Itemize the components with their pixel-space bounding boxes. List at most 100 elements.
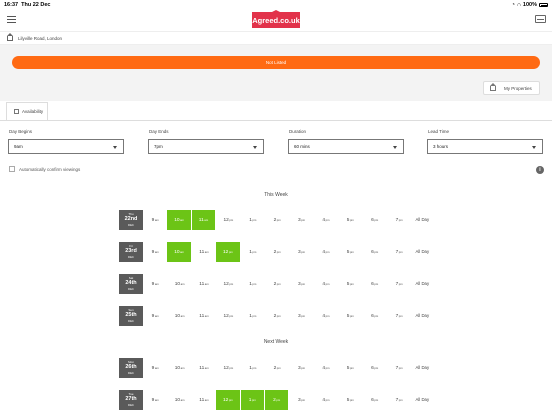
time-slot[interactable]: 11 am: [192, 274, 216, 294]
status-right: ◔ ∩ 100%: [512, 2, 548, 8]
time-slot[interactable]: 4 pm: [314, 306, 338, 326]
day-label-mo: DEC: [128, 222, 134, 227]
time-slot[interactable]: 9 am: [143, 210, 167, 230]
time-slot[interactable]: 6 pm: [363, 358, 387, 378]
day-ends-label: Day Ends: [149, 129, 169, 134]
time-slot[interactable]: 4 pm: [314, 210, 338, 230]
time-slot[interactable]: 6 pm: [363, 242, 387, 262]
time-slot[interactable]: 3 pm: [289, 306, 313, 326]
all-day-button[interactable]: All Day: [411, 390, 433, 410]
time-slot[interactable]: 12 pm: [216, 242, 241, 262]
time-slot[interactable]: 9 am: [143, 306, 167, 326]
day-label-mo: DEC: [128, 318, 134, 323]
time-slot[interactable]: 1 pm: [240, 390, 265, 410]
time-slot[interactable]: 3 pm: [289, 210, 313, 230]
my-properties-button[interactable]: My Properties: [483, 81, 540, 95]
time-slot[interactable]: 9 am: [143, 242, 167, 262]
all-day-button[interactable]: All Day: [411, 358, 433, 378]
time-slot[interactable]: 2 pm: [265, 306, 289, 326]
all-day-button[interactable]: All Day: [411, 242, 433, 262]
time-slot[interactable]: 2 pm: [265, 274, 289, 294]
time-slot[interactable]: 7 pm: [387, 390, 411, 410]
breadcrumb-address[interactable]: Lilyville Road, London: [18, 36, 62, 41]
time-slot[interactable]: 10 am: [167, 306, 191, 326]
time-slot[interactable]: 2 pm: [265, 210, 289, 230]
time-slot[interactable]: 5 pm: [338, 306, 362, 326]
time-slot[interactable]: 5 pm: [338, 274, 362, 294]
time-slot[interactable]: 11 am: [192, 358, 216, 378]
time-slot[interactable]: 3 pm: [289, 242, 313, 262]
time-slot[interactable]: 5 pm: [338, 242, 362, 262]
day-label: Tue 27th DEC: [119, 390, 143, 410]
time-slot[interactable]: 7 pm: [387, 358, 411, 378]
menu-icon[interactable]: [7, 16, 16, 23]
time-slot[interactable]: 12 pm: [216, 306, 240, 326]
time-slot[interactable]: 2 pm: [265, 242, 289, 262]
listing-status-button[interactable]: Not Listed: [12, 56, 540, 69]
time-slot[interactable]: 4 pm: [314, 358, 338, 378]
time-slot[interactable]: 3 pm: [289, 390, 313, 410]
inbox-icon[interactable]: [535, 15, 546, 23]
time-slot[interactable]: 9 am: [143, 274, 167, 294]
day-label-mo: DEC: [128, 370, 134, 375]
logo[interactable]: Agreed.co.uk: [252, 12, 300, 28]
time-slot[interactable]: 9 am: [143, 390, 167, 410]
time-slot[interactable]: 5 pm: [338, 358, 362, 378]
time-slot[interactable]: 1 pm: [241, 274, 265, 294]
time-slot[interactable]: 6 pm: [363, 210, 387, 230]
time-slot[interactable]: 11 am: [192, 390, 216, 410]
time-slot[interactable]: 2 pm: [265, 358, 289, 378]
duration-select[interactable]: 60 mins: [288, 139, 404, 154]
time-slot[interactable]: 6 pm: [363, 306, 387, 326]
time-slot[interactable]: 10 am: [167, 210, 192, 230]
app-header: Agreed.co.uk: [0, 9, 552, 31]
time-slot[interactable]: 7 pm: [387, 242, 411, 262]
day-begins-select[interactable]: 9am: [8, 139, 124, 154]
time-slot[interactable]: 12 pm: [216, 390, 241, 410]
auto-confirm-checkbox[interactable]: [9, 166, 15, 172]
time-slot[interactable]: 11 am: [191, 210, 217, 230]
time-slot[interactable]: 10 am: [167, 242, 192, 262]
time-slot[interactable]: 5 pm: [338, 210, 362, 230]
day-label: Thu 22nd DEC: [119, 210, 143, 230]
time-slot[interactable]: 12 pm: [216, 210, 240, 230]
all-day-button[interactable]: All Day: [411, 210, 433, 230]
time-slot[interactable]: 4 pm: [314, 390, 338, 410]
time-slot[interactable]: 10 am: [167, 358, 191, 378]
day-ends-select[interactable]: 7pm: [148, 139, 264, 154]
all-day-button[interactable]: All Day: [411, 306, 433, 326]
day-row: Thu 22nd DEC 9 am 10 am 11 am 12 pm 1 pm 2 pm 3 pm 4 pm 5 pm…: [119, 210, 433, 230]
chevron-down-icon: [253, 146, 257, 149]
time-slot[interactable]: 1 pm: [241, 306, 265, 326]
time-slot[interactable]: 10 am: [167, 274, 191, 294]
time-slot[interactable]: 5 pm: [338, 390, 362, 410]
time-slot[interactable]: 7 pm: [387, 210, 411, 230]
info-icon[interactable]: i: [536, 166, 544, 174]
time-slot[interactable]: 4 pm: [314, 242, 338, 262]
time-slot[interactable]: 6 pm: [363, 274, 387, 294]
time-slot[interactable]: 7 pm: [387, 274, 411, 294]
tab-availability[interactable]: Availability: [6, 102, 48, 120]
time-slot[interactable]: 7 pm: [387, 306, 411, 326]
time-slot[interactable]: 1 pm: [241, 358, 265, 378]
time-slot[interactable]: 3 pm: [289, 274, 313, 294]
home-icon[interactable]: [6, 33, 13, 41]
time-slot[interactable]: 2 pm: [264, 390, 290, 410]
day-row: Fri 23rd DEC 9 am 10 am 11 am 12 pm 1 pm 2 pm 3 pm 4 pm 5 pm…: [119, 242, 433, 262]
time-slot[interactable]: 12 pm: [216, 274, 240, 294]
time-slot[interactable]: 4 pm: [314, 274, 338, 294]
day-label-mo: DEC: [128, 286, 134, 291]
time-slot[interactable]: 1 pm: [241, 210, 265, 230]
time-slot[interactable]: 1 pm: [241, 242, 265, 262]
lead-time-select[interactable]: 3 hours: [427, 139, 543, 154]
auto-confirm-label[interactable]: Automatically confirm viewings: [19, 167, 80, 172]
time-slot[interactable]: 11 am: [192, 242, 216, 262]
time-slot[interactable]: 12 pm: [216, 358, 240, 378]
time-slot[interactable]: 11 am: [192, 306, 216, 326]
all-day-button[interactable]: All Day: [411, 274, 433, 294]
time-slot[interactable]: 10 am: [167, 390, 191, 410]
day-label-mo: DEC: [128, 254, 134, 259]
time-slot[interactable]: 3 pm: [289, 358, 313, 378]
time-slot[interactable]: 6 pm: [363, 390, 387, 410]
time-slot[interactable]: 9 am: [143, 358, 167, 378]
